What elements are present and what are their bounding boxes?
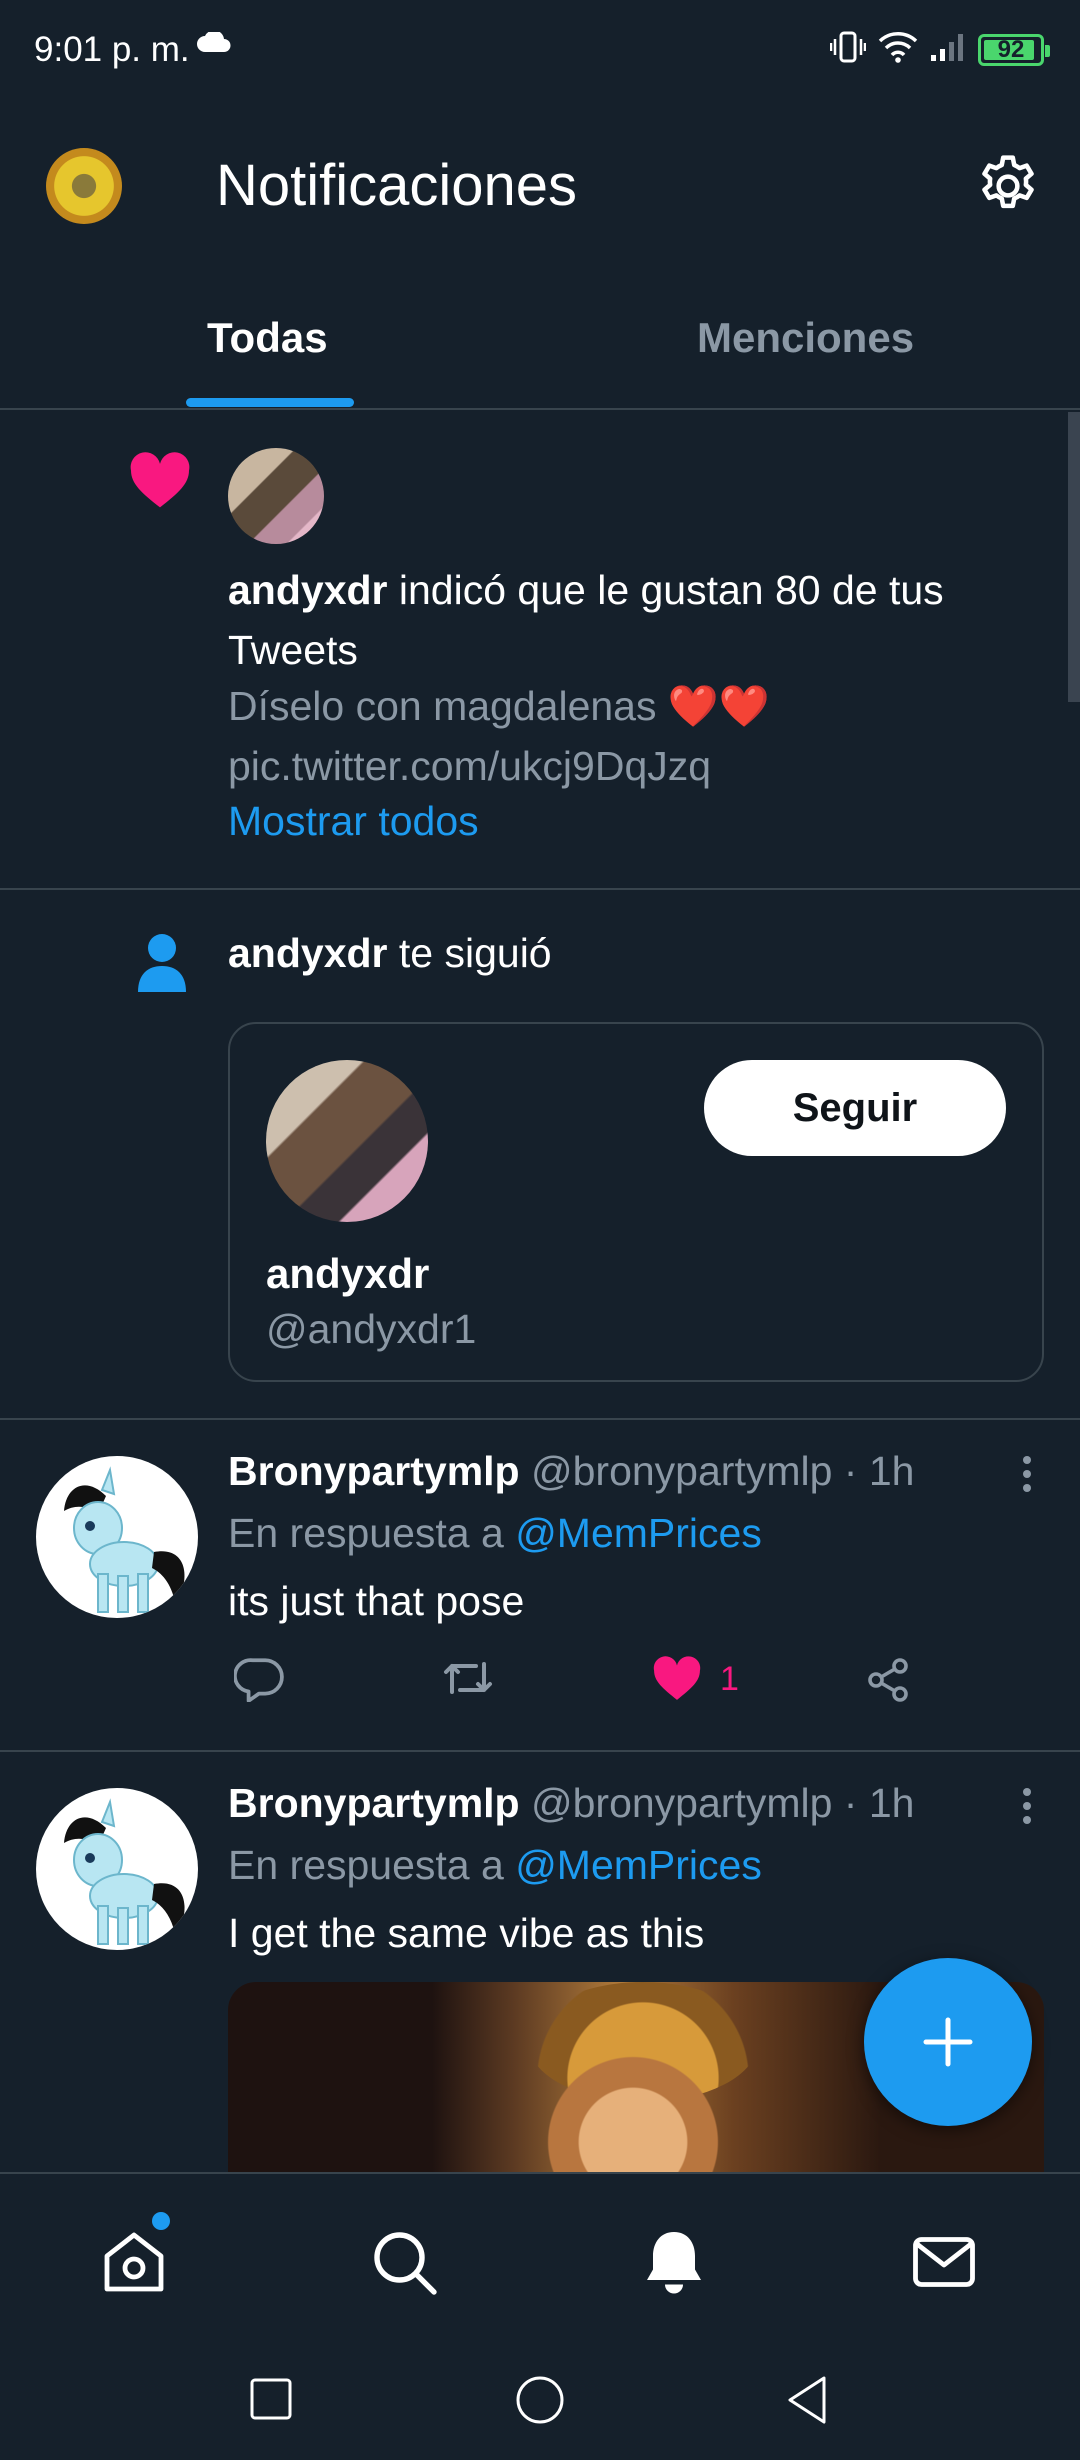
like-notification[interactable]: andyxdr indicó que le gustan 80 de tus T… <box>0 412 1080 890</box>
compose-button[interactable] <box>864 1958 1032 2126</box>
battery-level: 92 <box>997 35 1025 63</box>
signal-icon <box>930 31 966 68</box>
hearts-emoji: ❤️❤️ <box>667 683 770 729</box>
show-all-link[interactable]: Mostrar todos <box>228 798 479 845</box>
top-header: Notificaciones <box>0 130 1080 240</box>
bottom-navigation <box>0 2172 1080 2340</box>
home-circle-icon[interactable] <box>514 2368 566 2433</box>
reply-mention-link[interactable]: @MemPrices <box>515 1842 762 1888</box>
cloud-icon <box>196 30 232 59</box>
media-face <box>538 2022 728 2172</box>
tweet-author-name[interactable]: Bronypartymlp <box>228 1448 520 1494</box>
tweet-text: its just that pose <box>228 1578 525 1624</box>
tweet-author-avatar[interactable] <box>36 1456 198 1618</box>
user-card-name: andyxdr <box>266 1250 430 1297</box>
status-time: 9:01 p. m. <box>34 30 190 69</box>
recents-square-icon[interactable] <box>250 2368 292 2433</box>
tweet-author-meta: @bronypartymlp · 1h <box>519 1448 915 1494</box>
follow-button[interactable]: Seguir <box>704 1060 1006 1156</box>
search-icon[interactable] <box>368 2226 440 2298</box>
like-button[interactable]: 1 <box>652 1656 739 1702</box>
reply-icon[interactable] <box>234 1656 284 1702</box>
battery-tip <box>1045 44 1050 57</box>
wifi-icon <box>878 31 918 68</box>
tweet-actions: 1 <box>228 1656 928 1716</box>
notification-avatar[interactable] <box>228 448 324 544</box>
tab-all[interactable]: Todas <box>207 314 328 362</box>
reply-context: En respuesta a @MemPrices <box>228 1842 762 1889</box>
home-icon[interactable] <box>98 2226 170 2298</box>
reply-prefix: En respuesta a <box>228 1842 516 1888</box>
share-icon[interactable] <box>864 1656 912 1704</box>
more-options-icon[interactable] <box>1020 1454 1034 1499</box>
status-bar: 9:01 p. m. 92 <box>0 0 1080 100</box>
like-count: 1 <box>720 1659 739 1698</box>
like-user[interactable]: andyxdr <box>228 567 388 613</box>
tab-mentions[interactable]: Menciones <box>697 314 914 362</box>
person-icon <box>136 932 188 999</box>
liked-tweet-link: pic.twitter.com/ukcj9DqJzq <box>228 743 712 789</box>
liked-tweet-text: Díselo con magdalenas <box>228 683 668 729</box>
back-triangle-icon[interactable] <box>784 2368 830 2433</box>
retweet-icon[interactable] <box>440 1656 496 1700</box>
profile-avatar[interactable] <box>46 148 122 224</box>
reply-prefix: En respuesta a <box>228 1510 516 1556</box>
notification-tabs: Todas Menciones <box>0 290 1080 410</box>
plus-icon <box>923 2017 973 2067</box>
system-navigation <box>0 2340 1080 2460</box>
tweet-text: I get the same vibe as this <box>228 1910 705 1956</box>
page-title: Notificaciones <box>216 153 578 218</box>
settings-gear-icon[interactable] <box>974 152 1042 220</box>
battery-icon: 92 <box>978 33 1050 66</box>
status-icons: 92 <box>829 30 1050 69</box>
more-options-icon[interactable] <box>1020 1786 1034 1831</box>
tweet-header: Bronypartymlp @bronypartymlp · 1h <box>228 1448 914 1495</box>
user-card-handle: @andyxdr1 <box>266 1306 477 1352</box>
reply-context: En respuesta a @MemPrices <box>228 1510 762 1557</box>
user-card[interactable]: Seguir andyxdr @andyxdr1 <box>228 1022 1044 1382</box>
heart-filled-icon <box>653 1656 701 1700</box>
mail-icon[interactable] <box>908 2226 980 2298</box>
follow-notification[interactable]: andyxdr te siguió Seguir andyxdr @andyxd… <box>0 890 1080 1420</box>
active-tab-indicator <box>186 398 354 407</box>
follow-notification-text: andyxdr te siguió <box>228 930 552 977</box>
tweet[interactable]: Bronypartymlp @bronypartymlp · 1h En res… <box>0 1420 1080 1752</box>
reply-mention-link[interactable]: @MemPrices <box>515 1510 762 1556</box>
tweet-header: Bronypartymlp @bronypartymlp · 1h <box>228 1780 914 1827</box>
like-notification-text: andyxdr indicó que le gustan 80 de tus T… <box>228 560 1048 680</box>
follow-description: te siguió <box>387 930 552 976</box>
user-card-avatar[interactable] <box>266 1060 428 1222</box>
liked-tweet-preview: Díselo con magdalenas ❤️❤️ pic.twitter.co… <box>228 676 1048 796</box>
vibrate-icon <box>829 30 867 69</box>
notifications-bell-icon[interactable] <box>638 2226 710 2298</box>
tweet-author-avatar[interactable] <box>36 1788 198 1950</box>
tweet-author-name[interactable]: Bronypartymlp <box>228 1780 520 1826</box>
tweet-author-meta: @bronypartymlp · 1h <box>519 1780 915 1826</box>
new-content-dot <box>152 2212 170 2230</box>
follow-user[interactable]: andyxdr <box>228 930 388 976</box>
heart-icon <box>128 452 192 515</box>
